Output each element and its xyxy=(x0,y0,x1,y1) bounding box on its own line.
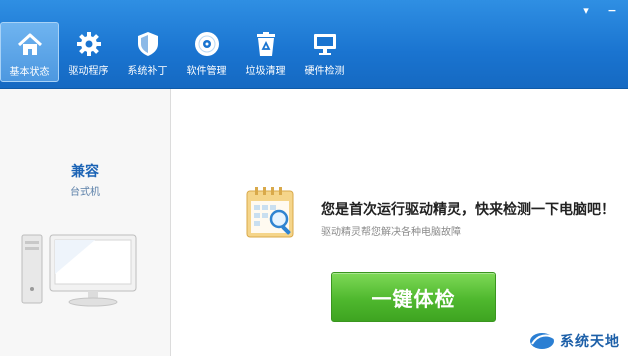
window-controls: ▾ − xyxy=(580,4,618,17)
device-type: 台式机 xyxy=(70,187,100,198)
gear-icon xyxy=(76,32,101,56)
nav-item-junk-clean[interactable]: 垃圾清理 xyxy=(236,22,295,82)
minimize-button[interactable]: − xyxy=(606,4,618,17)
main-nav: 基本状态 驱动程序 系统补丁 软件管理 垃圾清理 硬件检测 xyxy=(0,22,354,82)
nav-item-hardware-check[interactable]: 硬件检测 xyxy=(295,22,354,82)
nav-label: 驱动程序 xyxy=(68,66,109,77)
top-toolbar: ▾ − 基本状态 驱动程序 系统补丁 软件管理 垃圾清理 硬件检测 xyxy=(0,0,628,89)
nav-label: 系统补丁 xyxy=(127,66,168,77)
recycle-bin-icon xyxy=(256,32,275,56)
nav-label: 垃圾清理 xyxy=(245,66,286,77)
monitor-icon xyxy=(313,34,336,55)
watermark: 系统天地 xyxy=(528,330,620,352)
watermark-text: 系统天地 xyxy=(560,334,620,350)
calendar-check-icon xyxy=(246,187,294,238)
nav-label: 基本状态 xyxy=(9,67,50,78)
nav-item-system-patch[interactable]: 系统补丁 xyxy=(118,22,177,82)
nav-item-basic-status[interactable]: 基本状态 xyxy=(0,22,59,82)
device-name: 兼容 xyxy=(71,164,99,180)
shield-icon xyxy=(137,32,158,56)
nav-item-drivers[interactable]: 驱动程序 xyxy=(59,22,118,82)
one-click-check-button[interactable]: 一键体检 xyxy=(331,272,496,322)
home-icon xyxy=(17,33,42,55)
nav-label: 软件管理 xyxy=(186,66,227,77)
desktop-computer-icon xyxy=(21,234,137,307)
device-sidebar: 兼容 台式机 xyxy=(0,89,171,356)
main-panel: 您是首次运行驱动精灵，快来检测一下电脑吧！ 驱动精灵帮您解决各种电脑故障 一键体… xyxy=(171,89,628,356)
nav-label: 硬件检测 xyxy=(304,66,345,77)
subline-text: 驱动精灵帮您解决各种电脑故障 xyxy=(321,227,461,238)
menu-dropdown-icon[interactable]: ▾ xyxy=(580,4,592,17)
watermark-logo-icon xyxy=(530,333,555,349)
nav-item-software-manage[interactable]: 软件管理 xyxy=(177,22,236,82)
headline-text: 您是首次运行驱动精灵，快来检测一下电脑吧！ xyxy=(321,202,615,218)
disc-icon xyxy=(194,32,219,56)
